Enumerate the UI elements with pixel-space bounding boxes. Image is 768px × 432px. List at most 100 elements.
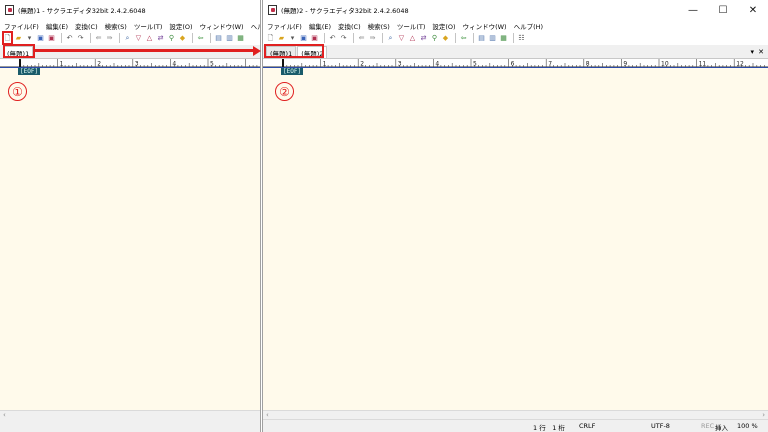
highlight-tabs-window-2 — [264, 44, 324, 58]
horizontal-scrollbar[interactable]: ‹ — [0, 410, 260, 419]
horizontal-scrollbar[interactable]: ‹ › — [263, 410, 768, 419]
compare-icon[interactable]: ▤ — [214, 33, 223, 43]
menu-edit[interactable]: 編集(E) — [309, 21, 331, 31]
eof-marker: [EOF] — [281, 68, 304, 75]
save-icon[interactable]: ▣ — [299, 33, 308, 43]
step-2-label: ② — [275, 82, 294, 101]
toolbar-separator — [473, 33, 474, 43]
title-bar[interactable]: (無題)2 - サクラエディタ32bit 2.4.2.6048 — ☐ ✕ — [263, 0, 768, 20]
settings-list-icon[interactable]: ☷ — [517, 33, 526, 43]
new-file-icon[interactable]: 🗋 — [266, 33, 275, 43]
toolbar-separator — [90, 33, 91, 43]
ruler-caret — [282, 59, 284, 67]
text-area[interactable]: [EOF] — [263, 67, 768, 410]
find-prev-icon[interactable]: ▽ — [134, 33, 143, 43]
menu-convert[interactable]: 変換(C) — [75, 21, 98, 31]
menu-window[interactable]: ウィンドウ(W) — [463, 21, 507, 31]
ruler-caret — [19, 59, 21, 67]
tab-list-dropdown-icon[interactable]: ▾ — [750, 45, 754, 59]
editor-window-1: (無題)1 - サクラエディタ32bit 2.4.2.6048 ファイル(F) … — [0, 0, 261, 432]
menu-convert[interactable]: 変換(C) — [338, 21, 361, 31]
find-next-icon[interactable]: △ — [408, 33, 417, 43]
tab-bar: (無題)1 — [0, 45, 260, 59]
menu-settings[interactable]: 設定(O) — [432, 21, 455, 31]
menu-tools[interactable]: ツール(T) — [397, 21, 426, 31]
menu-settings[interactable]: 設定(O) — [169, 21, 192, 31]
menu-search[interactable]: 検索(S) — [105, 21, 127, 31]
save-icon[interactable]: ▣ — [36, 33, 45, 43]
tag-jump-icon[interactable]: ⇦ — [196, 33, 205, 43]
jump-back-icon[interactable]: ⇚ — [357, 33, 366, 43]
ruler: 12345 — [0, 59, 260, 67]
ruler-ticks: 1 2 3 4 5 6 7 8 9 10 11 12 — [282, 59, 765, 67]
jump-forward-icon[interactable]: ⇛ — [105, 33, 114, 43]
outline-icon[interactable]: ▥ — [225, 33, 234, 43]
menu-tools[interactable]: ツール(T) — [134, 21, 163, 31]
toolbar: 🗋 ▰ ▾ ▣ ▣ ↶ ↷ ⇚ ⇛ ⌕ ▽ △ ⇄ ⚲ ◆ ⇦ ▤ ▥ ▦ ☷ — [263, 31, 768, 45]
open-dropdown-icon[interactable]: ▾ — [288, 33, 297, 43]
open-folder-icon[interactable]: ▰ — [14, 33, 23, 43]
ruler: 1 2 3 4 5 6 7 8 9 10 11 12 — [263, 59, 768, 67]
toolbar-separator — [61, 33, 62, 43]
toolbar-separator — [324, 33, 325, 43]
redo-icon[interactable]: ↷ — [339, 33, 348, 43]
sakura-app-icon — [268, 5, 277, 15]
toolbar-separator — [513, 33, 514, 43]
tag-jump-icon[interactable]: ⇦ — [459, 33, 468, 43]
annotation-arrow-head-icon — [253, 45, 261, 56]
outline-icon[interactable]: ▥ — [488, 33, 497, 43]
tab-close-icon[interactable]: ✕ — [758, 45, 764, 59]
open-folder-icon[interactable]: ▰ — [277, 33, 286, 43]
maximize-button[interactable]: ☐ — [708, 0, 738, 20]
title-bar[interactable]: (無題)1 - サクラエディタ32bit 2.4.2.6048 — [0, 0, 260, 20]
menu-edit[interactable]: 編集(E) — [46, 21, 68, 31]
highlight-tab-window-1 — [3, 44, 35, 58]
editor-window-2: (無題)2 - サクラエディタ32bit 2.4.2.6048 — ☐ ✕ ファ… — [262, 0, 768, 432]
open-dropdown-icon[interactable]: ▾ — [25, 33, 34, 43]
bookmark-icon[interactable]: ◆ — [178, 33, 187, 43]
find-next-icon[interactable]: △ — [145, 33, 154, 43]
scroll-left-icon[interactable]: ‹ — [3, 411, 6, 420]
annotation-arrow-line — [35, 49, 254, 52]
line-ending: CRLF — [579, 422, 596, 430]
window-controls: — ☐ ✕ — [678, 0, 768, 20]
eof-marker: [EOF] — [18, 68, 41, 75]
toolbar-separator — [192, 33, 193, 43]
replace-icon[interactable]: ⇄ — [156, 33, 165, 43]
encoding: UTF-8 — [651, 422, 670, 430]
window-title: (無題)2 - サクラエディタ32bit 2.4.2.6048 — [281, 7, 409, 15]
menu-help[interactable]: ヘルプ(H) — [514, 21, 543, 31]
redo-icon[interactable]: ↷ — [76, 33, 85, 43]
save-as-icon[interactable]: ▣ — [47, 33, 56, 43]
find-icon[interactable]: ⌕ — [123, 33, 132, 43]
jump-forward-icon[interactable]: ⇛ — [368, 33, 377, 43]
sakura-app-icon — [5, 5, 14, 15]
close-window-button[interactable]: ✕ — [738, 0, 768, 20]
text-area[interactable]: [EOF] — [0, 67, 260, 410]
undo-icon[interactable]: ↶ — [65, 33, 74, 43]
menu-file[interactable]: ファイル(F) — [267, 21, 302, 31]
window-title: (無題)1 - サクラエディタ32bit 2.4.2.6048 — [18, 7, 146, 15]
jump-back-icon[interactable]: ⇚ — [94, 33, 103, 43]
menu-window[interactable]: ウィンドウ(W) — [200, 21, 244, 31]
rec-indicator: REC — [701, 422, 715, 430]
macro-icon[interactable]: ▦ — [499, 33, 508, 43]
macro-icon[interactable]: ▦ — [236, 33, 245, 43]
find-prev-icon[interactable]: ▽ — [397, 33, 406, 43]
replace-icon[interactable]: ⇄ — [419, 33, 428, 43]
undo-icon[interactable]: ↶ — [328, 33, 337, 43]
tab-bar: (無題)1 (無題)2 ▾ ✕ — [263, 45, 768, 59]
toolbar-separator — [455, 33, 456, 43]
grep-icon[interactable]: ⚲ — [430, 33, 439, 43]
menu-help[interactable]: ヘルプ(H) — [251, 21, 260, 31]
grep-icon[interactable]: ⚲ — [167, 33, 176, 43]
menu-file[interactable]: ファイル(F) — [4, 21, 39, 31]
bookmark-icon[interactable]: ◆ — [441, 33, 450, 43]
minimize-button[interactable]: — — [678, 0, 708, 20]
find-icon[interactable]: ⌕ — [386, 33, 395, 43]
menu-search[interactable]: 検索(S) — [368, 21, 390, 31]
save-as-icon[interactable]: ▣ — [310, 33, 319, 43]
toolbar-separator — [382, 33, 383, 43]
compare-icon[interactable]: ▤ — [477, 33, 486, 43]
toolbar: 🗋 ▰ ▾ ▣ ▣ ↶ ↷ ⇚ ⇛ ⌕ ▽ △ ⇄ ⚲ ◆ ⇦ ▤ ▥ ▦ — [0, 31, 260, 45]
